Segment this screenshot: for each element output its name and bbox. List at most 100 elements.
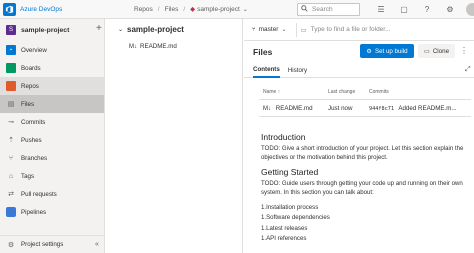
more-options-icon[interactable]: ⋮	[460, 46, 468, 55]
table-row[interactable]: M↓ README.md Just now 944f8c71 Added REA…	[259, 100, 471, 117]
sidebar-item-label: Overview	[21, 46, 47, 54]
file-path-input[interactable]: ▭ Type to find a file or folder...	[295, 22, 446, 37]
sidebar-item-label: Commits	[21, 118, 46, 126]
chevron-down-icon[interactable]: ⌄	[243, 6, 248, 13]
sidebar-item-pushes[interactable]: ⇡ Pushes	[0, 131, 104, 149]
readme-list: Installation process Software dependenci…	[261, 202, 467, 244]
markdown-icon: M↓	[129, 43, 137, 50]
file-name-cell[interactable]: M↓ README.md	[259, 105, 328, 112]
breadcrumb-files[interactable]: Files	[165, 6, 179, 13]
markdown-icon: M↓	[263, 105, 271, 112]
tree-root[interactable]: ⌄ sample-project	[106, 19, 242, 34]
file-icon: ▤	[7, 101, 15, 108]
clone-icon: ▭	[423, 47, 430, 55]
sidebar-item-pull-requests[interactable]: ⇄ Pull requests	[0, 185, 104, 203]
left-nav: S sample-project + ▪ Overview Boards Rep…	[0, 19, 105, 253]
breadcrumb-separator: /	[183, 5, 186, 13]
project-header[interactable]: S sample-project +	[0, 19, 104, 41]
sidebar-item-boards[interactable]: Boards	[0, 59, 104, 77]
help-icon[interactable]: ?	[420, 3, 434, 16]
col-commits: Commits	[369, 89, 389, 95]
list-icon[interactable]: ☰	[374, 3, 388, 16]
breadcrumb: Repos / Files / ◆ sample-project ⌄	[134, 5, 248, 14]
commit-hash[interactable]: 944f8c71	[369, 106, 394, 112]
top-header: Azure DevOps Repos / Files / ◆ sample-pr…	[0, 0, 474, 19]
branch-icon: ⑂	[252, 26, 256, 33]
sidebar-item-label: Pull requests	[21, 190, 57, 198]
readme-paragraph: TODO: Guide users through getting your c…	[261, 180, 463, 196]
sidebar-item-repos[interactable]: Repos	[0, 77, 104, 95]
list-item: API references	[261, 234, 467, 244]
branch-selector[interactable]: master	[259, 26, 279, 33]
search-input[interactable]: Search	[297, 3, 360, 16]
table-header: Name ↑ Last change Commits	[259, 85, 471, 100]
commit-message: Added README.m...	[398, 104, 457, 112]
readme-heading-introduction: Introduction	[261, 132, 306, 142]
main-content: ⑂ master ⌄ ▭ Type to find a file or fold…	[244, 19, 474, 253]
project-name: sample-project	[21, 26, 70, 34]
commit-cell: 944f8c71 Added README.m...	[369, 105, 471, 112]
breadcrumb-repos[interactable]: Repos	[134, 6, 153, 13]
set-up-build-label: Set up build	[374, 47, 408, 55]
set-up-build-button[interactable]: ⚙ Set up build	[360, 44, 414, 58]
sidebar-item-pipelines[interactable]: Pipelines	[0, 203, 104, 221]
pipelines-icon	[6, 207, 16, 217]
clone-button[interactable]: ▭ Clone	[418, 44, 455, 58]
breadcrumb-repo[interactable]: sample-project	[197, 6, 240, 13]
sidebar-item-label: Tags	[21, 172, 35, 180]
chevron-down-icon[interactable]: ⌄	[118, 26, 123, 33]
files-header: Files ⚙ Set up build ▭ Clone ⋮	[244, 41, 474, 63]
tree-repo-name: sample-project	[127, 25, 184, 34]
sidebar-item-label: Pushes	[21, 136, 42, 144]
pull-request-icon: ⇄	[8, 191, 14, 198]
file-tree: ⌄ sample-project M↓ README.md	[106, 19, 243, 253]
tab-contents[interactable]: Contents	[253, 63, 280, 78]
sidebar-item-branches[interactable]: ⑂ Branches	[0, 149, 104, 167]
repos-icon	[6, 81, 16, 91]
tree-file-item[interactable]: M↓ README.md	[106, 34, 242, 50]
tag-icon: ⌂	[8, 172, 14, 180]
sidebar-item-overview[interactable]: ▪ Overview	[0, 41, 104, 59]
brand[interactable]: Azure DevOps	[0, 0, 104, 19]
readme-preview: Introduction TODO: Give a short introduc…	[261, 132, 467, 244]
boards-icon	[6, 63, 16, 73]
page-title: Files	[253, 47, 273, 57]
project-settings[interactable]: ⚙ Project settings «	[0, 235, 105, 253]
shopping-bag-icon[interactable]: ▢	[397, 3, 411, 16]
sidebar-item-label: Files	[21, 100, 35, 108]
readme-heading-getting-started: Getting Started	[261, 167, 319, 178]
tree-file-name: README.md	[140, 43, 177, 50]
push-icon: ⇡	[8, 137, 14, 144]
files-table: Name ↑ Last change Commits M↓ README.md …	[259, 85, 471, 117]
clone-label: Clone	[432, 47, 450, 55]
sidebar-item-label: Branches	[21, 154, 48, 162]
tabs: Contents History ⤢	[244, 63, 474, 78]
project-settings-label: Project settings	[21, 241, 64, 248]
chevron-down-icon[interactable]: ⌄	[281, 26, 286, 33]
branch-bar: ⑂ master ⌄ ▭ Type to find a file or fold…	[244, 19, 474, 41]
repo-icon: ◆	[190, 6, 196, 13]
add-icon[interactable]: +	[96, 23, 102, 34]
list-item: Software dependencies	[261, 213, 467, 223]
sidebar-item-tags[interactable]: ⌂ Tags	[0, 167, 104, 185]
expand-icon[interactable]: ⤢	[465, 66, 471, 74]
list-item: Installation process	[261, 202, 467, 212]
search-icon	[301, 5, 308, 14]
collapse-nav-icon[interactable]: «	[95, 241, 99, 248]
avatar[interactable]	[466, 3, 474, 16]
readme-paragraph: TODO: Give a short introduction of your …	[261, 145, 464, 161]
col-last-change: Last change	[328, 89, 356, 95]
breadcrumb-separator: /	[157, 5, 160, 13]
user-settings-icon[interactable]: ⚙	[443, 3, 457, 16]
sidebar-item-label: Boards	[21, 64, 41, 72]
list-item: Latest releases	[261, 223, 467, 233]
sidebar-item-commits[interactable]: ⊸ Commits	[0, 113, 104, 131]
branch-icon: ⑂	[8, 154, 14, 162]
commit-icon: ⊸	[8, 119, 14, 126]
path-placeholder: Type to find a file or folder...	[310, 26, 391, 33]
tab-history[interactable]: History	[288, 63, 307, 78]
project-badge: S	[6, 25, 16, 35]
sidebar-item-files[interactable]: ▤ Files	[0, 95, 104, 113]
col-name[interactable]: Name ↑	[259, 89, 328, 95]
build-icon: ⚙	[366, 47, 372, 55]
